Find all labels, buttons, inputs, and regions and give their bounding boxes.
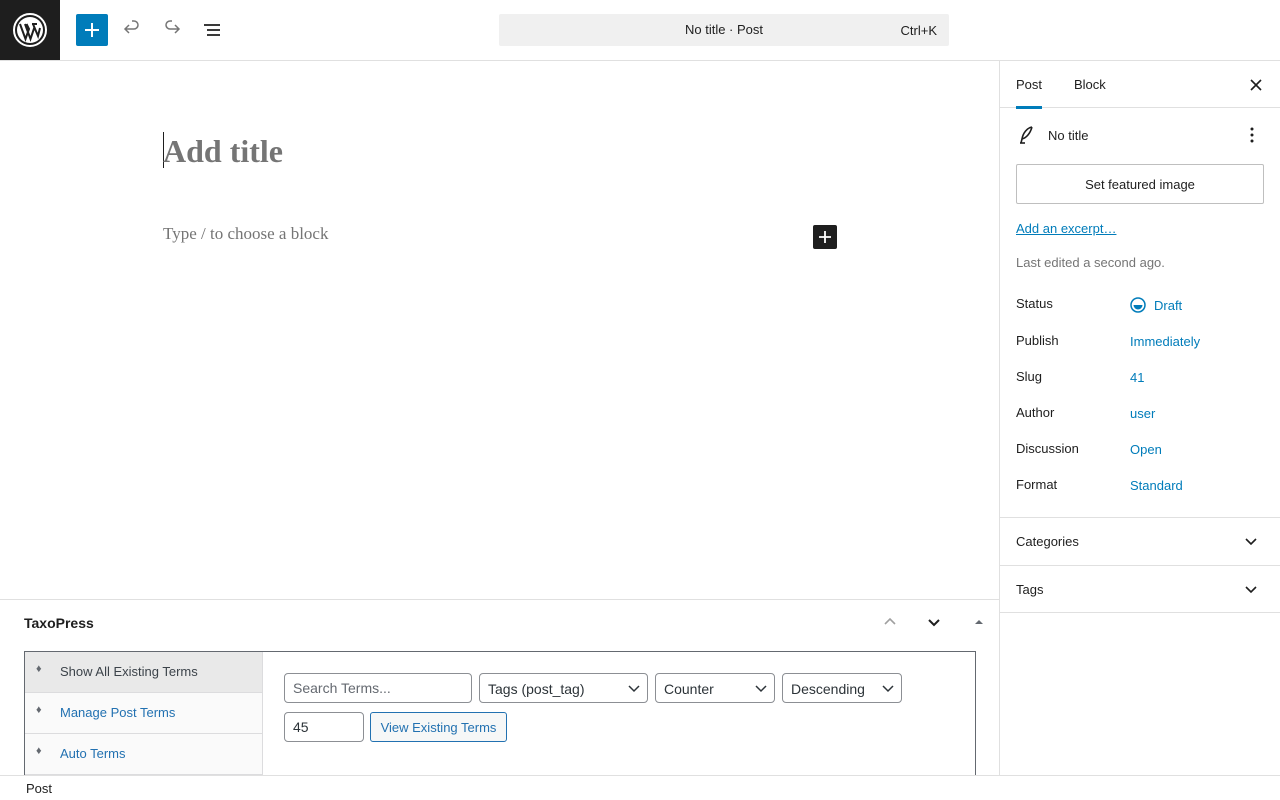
chevron-down-icon (882, 685, 894, 693)
add-excerpt-link[interactable]: Add an excerpt… (1016, 221, 1116, 236)
inline-block-inserter-button[interactable] (813, 225, 837, 249)
metabox-content: ♦ Show All Existing Terms ♦ Manage Post … (24, 651, 976, 775)
discussion-value-button[interactable]: Open (1130, 442, 1162, 457)
shortcut-hint: Ctrl+K (900, 23, 937, 38)
block-breadcrumb-bar: Post (0, 775, 1280, 800)
slug-label: Slug (1016, 369, 1043, 384)
discussion-label: Discussion (1016, 441, 1079, 456)
format-value-button[interactable]: Standard (1130, 478, 1183, 493)
post-summary-title: No title (1048, 128, 1089, 143)
author-label: Author (1016, 405, 1055, 420)
slug-value-button[interactable]: 41 (1130, 370, 1144, 385)
chevron-down-icon (755, 685, 767, 693)
post-actions-button[interactable] (1240, 123, 1264, 147)
nav-show-all-terms[interactable]: ♦ Show All Existing Terms (25, 652, 262, 693)
draft-status-icon (1130, 297, 1146, 313)
tag-icon: ♦ (36, 745, 42, 757)
tab-block[interactable]: Block (1074, 61, 1106, 108)
wordpress-logo-icon[interactable] (0, 0, 60, 60)
publish-value-button[interactable]: Immediately (1130, 334, 1200, 349)
format-label: Format (1016, 477, 1058, 492)
close-sidebar-button[interactable] (1244, 73, 1268, 97)
editor-canvas[interactable]: Add title Type / to choose a block (0, 61, 999, 599)
chevron-down-icon (928, 619, 940, 627)
tag-icon: ♦ (36, 663, 42, 675)
default-block-placeholder[interactable]: Type / to choose a block (163, 224, 328, 244)
plus-icon (819, 231, 831, 243)
taxopress-metabox: TaxoPress ♦ Show All Existing Terms ♦ Ma… (0, 599, 999, 775)
last-edited-text: Last edited a second ago. (1016, 255, 1165, 270)
toggle-panel-button[interactable] (967, 610, 991, 634)
status-value: Draft (1154, 297, 1183, 313)
publish-label: Publish (1016, 333, 1059, 348)
settings-sidebar: Post Block No title Set featured image A… (999, 61, 1280, 775)
chevron-down-icon (1245, 538, 1257, 546)
tags-panel-toggle[interactable]: Tags (1000, 565, 1280, 613)
nav-label: Auto Terms (60, 746, 126, 761)
list-view-button[interactable] (196, 14, 228, 46)
chevron-down-icon (628, 685, 640, 693)
tab-post[interactable]: Post (1016, 61, 1043, 109)
nav-manage-post-terms[interactable]: ♦ Manage Post Terms (25, 693, 262, 734)
nav-auto-terms[interactable]: ♦ Auto Terms (25, 734, 262, 775)
more-vertical-icon (1250, 127, 1254, 143)
panel-title: Tags (1016, 582, 1044, 597)
move-down-button[interactable] (922, 610, 946, 634)
chevron-down-icon (1245, 586, 1257, 594)
panel-title: Categories (1016, 534, 1079, 549)
block-inserter-button[interactable] (76, 14, 108, 46)
sidebar-tabs: Post Block (1000, 61, 1280, 109)
order-select-value: Descending (791, 681, 865, 697)
taxonomy-select-value: Tags (post_tag) (488, 681, 585, 697)
post-feather-icon (1020, 126, 1033, 144)
post-title-input[interactable]: Add title (163, 133, 283, 170)
status-value-button[interactable]: Draft (1130, 297, 1182, 313)
move-up-button[interactable] (878, 610, 902, 634)
limit-input[interactable]: 45 (284, 712, 364, 742)
redo-icon (165, 20, 181, 34)
taxonomy-select[interactable]: Tags (post_tag) (479, 673, 648, 703)
breadcrumb-post[interactable]: Post (26, 781, 52, 796)
order-by-select[interactable]: Counter (655, 673, 775, 703)
list-view-icon (204, 24, 220, 36)
close-icon (1250, 79, 1262, 91)
command-palette-bar[interactable]: No title · Post Ctrl+K (499, 14, 949, 46)
order-select[interactable]: Descending (782, 673, 902, 703)
view-existing-terms-button[interactable]: View Existing Terms (370, 712, 507, 742)
caret-up-icon (975, 620, 983, 624)
undo-icon (123, 20, 139, 34)
set-featured-image-button[interactable]: Set featured image (1016, 164, 1264, 204)
categories-panel-toggle[interactable]: Categories (1000, 517, 1280, 565)
nav-label: Manage Post Terms (60, 705, 176, 720)
metabox-nav: ♦ Show All Existing Terms ♦ Manage Post … (25, 652, 263, 775)
plus-icon (85, 23, 99, 37)
tag-icon: ♦ (36, 704, 42, 716)
editor-header: No title · Post Ctrl+K (0, 0, 1280, 61)
undo-button[interactable] (116, 14, 148, 46)
metabox-title: TaxoPress (24, 615, 94, 631)
search-terms-input[interactable] (284, 673, 472, 703)
nav-label: Show All Existing Terms (60, 664, 198, 679)
redo-button[interactable] (156, 14, 188, 46)
order-by-select-value: Counter (664, 681, 714, 697)
chevron-up-icon (884, 617, 896, 625)
document-title: No title · Post (684, 22, 764, 37)
author-value-button[interactable]: user (1130, 406, 1155, 421)
status-label: Status (1016, 296, 1053, 311)
